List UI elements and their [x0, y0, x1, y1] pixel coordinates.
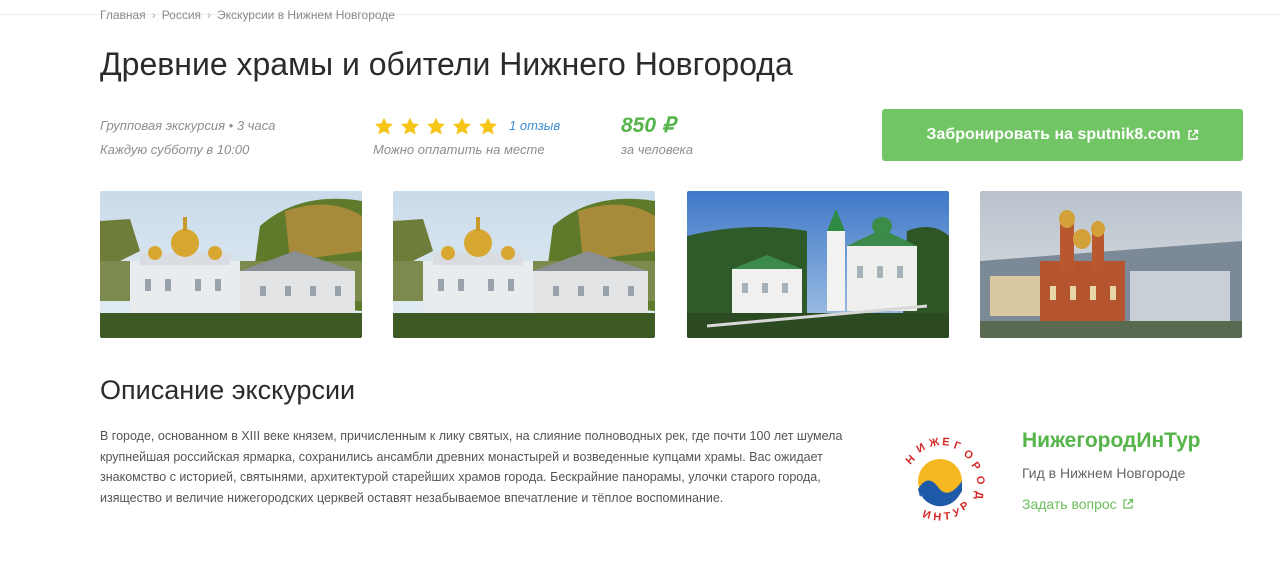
gallery-photo[interactable] — [980, 191, 1242, 338]
rating-stars — [373, 116, 503, 137]
star-icon — [400, 117, 420, 135]
svg-text:Н: Н — [904, 453, 918, 467]
external-link-icon — [1187, 129, 1198, 140]
svg-text:О: О — [973, 475, 987, 487]
price: 850 ₽ — [621, 114, 676, 137]
payment-note: Можно оплатить на месте — [373, 142, 545, 157]
svg-text:Р: Р — [969, 460, 983, 473]
breadcrumb-separator: › — [207, 8, 212, 22]
star-icon — [452, 117, 472, 135]
svg-text:Н: Н — [933, 511, 942, 524]
breadcrumb-home[interactable]: Главная — [100, 8, 146, 22]
svg-text:Т: Т — [943, 510, 951, 523]
price-block: 850 ₽ за человека — [621, 114, 693, 162]
svg-text:Ж: Ж — [927, 436, 940, 450]
tour-schedule: Каждую субботу в 10:00 — [100, 142, 250, 157]
tour-type: Групповая экскурсия • 3 часа — [100, 118, 276, 133]
svg-text:О: О — [961, 448, 975, 463]
svg-text:Е: Е — [942, 436, 950, 449]
star-icon — [426, 117, 446, 135]
svg-text:У: У — [952, 506, 962, 519]
price-unit: за человека — [621, 142, 693, 157]
ask-question-label: Задать вопрос — [1022, 496, 1117, 512]
breadcrumb: Главная › Россия › Экскурсии в Нижнем Новгор… — [100, 8, 395, 22]
book-button-label: Забронировать на sputnik8.com — [926, 126, 1181, 143]
gallery-photo[interactable] — [100, 191, 362, 338]
reviews-link[interactable]: 1 отзыв — [509, 118, 560, 133]
gallery-photo[interactable] — [393, 191, 655, 338]
section-title: Описание экскурсии — [100, 375, 356, 405]
organizer-role: Гид в Нижнем Новгороде — [1022, 465, 1186, 481]
organizer-name[interactable]: НижегородИнТур — [1022, 428, 1200, 454]
tour-rating-block: 1 отзыв Можно оплатить на месте — [373, 114, 560, 162]
tour-description: В городе, основанном в XIII веке князем,… — [100, 429, 843, 505]
external-link-icon — [1123, 498, 1133, 509]
breadcrumb-separator: › — [151, 8, 156, 22]
svg-text:Р: Р — [959, 500, 971, 514]
book-button[interactable]: Забронировать на sputnik8.com — [882, 109, 1243, 161]
tour-info: Групповая экскурсия • 3 часа Каждую субб… — [100, 114, 275, 162]
svg-text:Г: Г — [952, 440, 963, 454]
svg-text:И: И — [915, 441, 928, 455]
star-icon — [478, 117, 498, 135]
svg-text:И: И — [921, 508, 932, 522]
ask-question-link[interactable]: Задать вопрос — [1022, 494, 1134, 514]
star-icon — [374, 117, 394, 135]
organizer-logo: Н И Ж Е Г О Р О Д И Н Т У Р — [904, 436, 987, 524]
breadcrumb-current: Экскурсии в Нижнем Новгороде — [217, 8, 395, 22]
breadcrumb-country[interactable]: Россия — [162, 8, 201, 22]
svg-text:Д: Д — [972, 491, 985, 500]
gallery-photo[interactable] — [687, 191, 949, 338]
page-title: Древние храмы и обители Нижнего Новгород… — [100, 46, 793, 82]
